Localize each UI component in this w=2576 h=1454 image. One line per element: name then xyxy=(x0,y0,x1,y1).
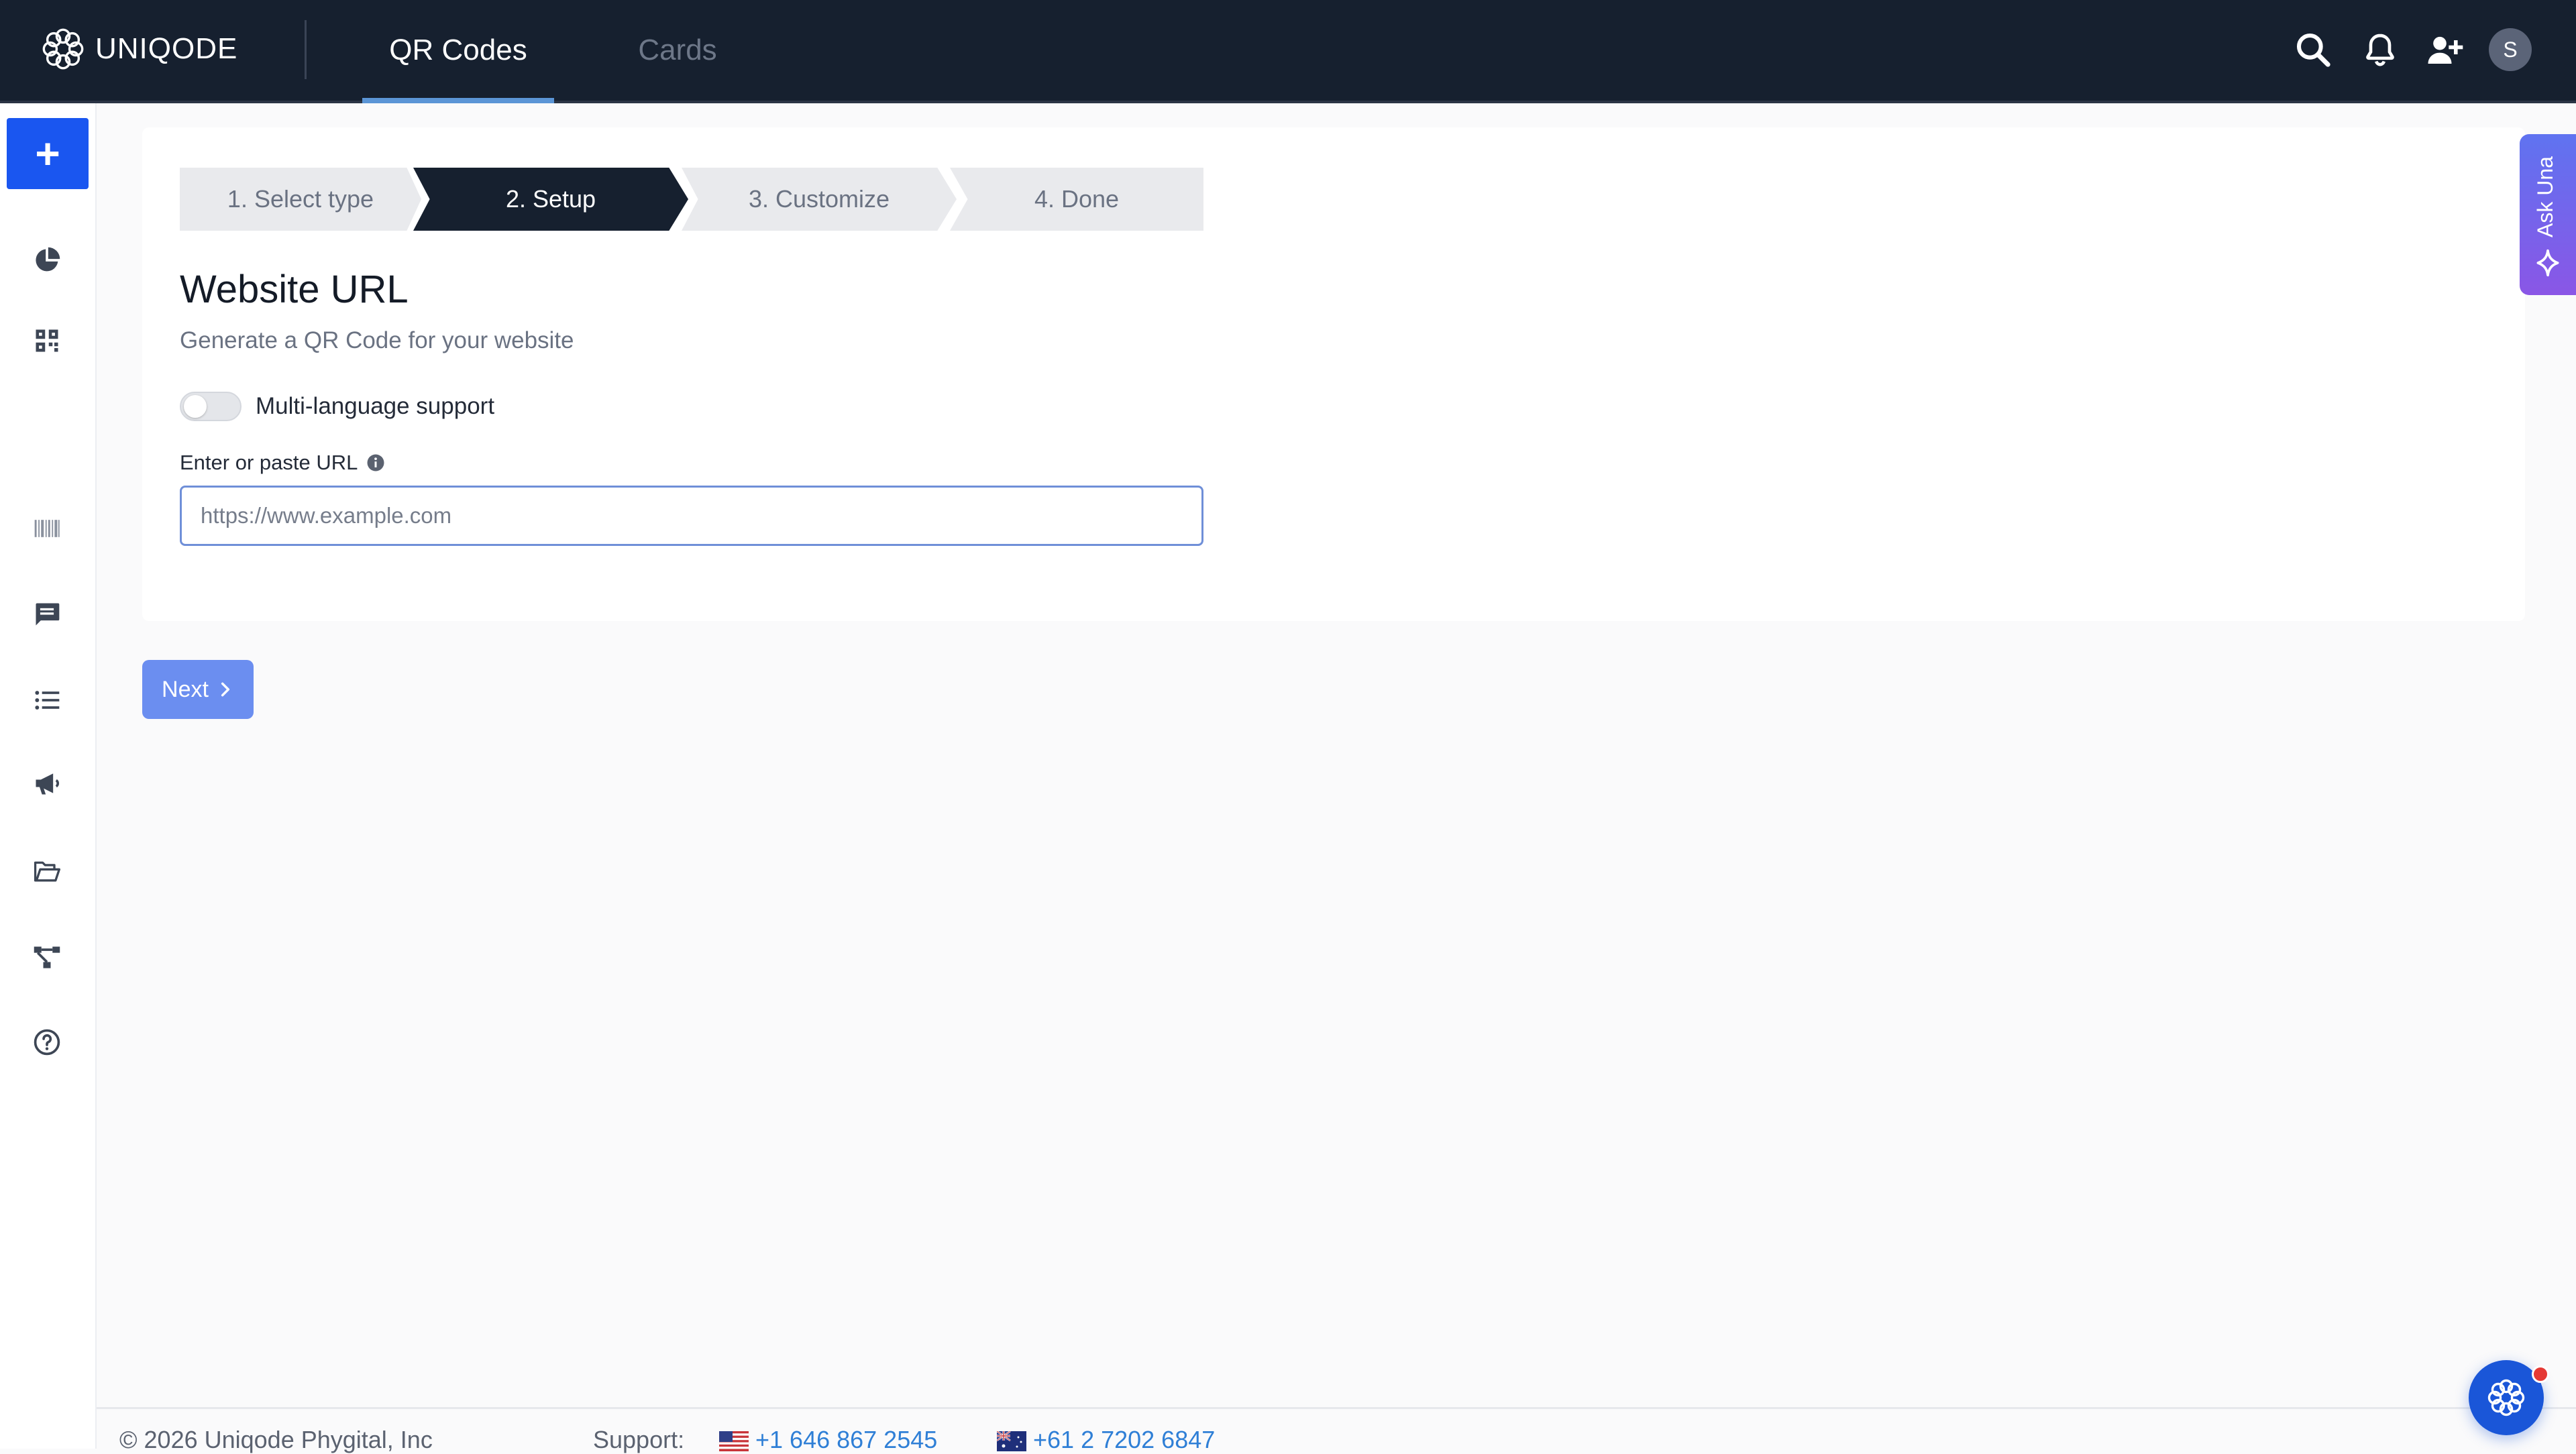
analytics-icon xyxy=(36,247,60,272)
folder-icon xyxy=(34,861,60,882)
megaphone-icon xyxy=(36,773,60,795)
multi-language-toggle[interactable] xyxy=(180,392,241,421)
sidebar-item-qr-codes[interactable] xyxy=(31,325,63,357)
page-title: Website URL xyxy=(180,268,409,311)
chat-notification-dot xyxy=(2532,1365,2549,1383)
add-user-icon xyxy=(2428,36,2463,64)
notifications-button[interactable] xyxy=(2360,30,2400,70)
barcode-icon xyxy=(34,520,60,537)
step-setup: 2. Setup xyxy=(413,168,688,231)
sidebar-item-help[interactable] xyxy=(31,1026,63,1058)
top-navigation-bar: UNIQODE QR Codes Cards S xyxy=(0,0,2576,103)
sidebar-item-campaigns[interactable] xyxy=(31,767,63,799)
toggle-knob xyxy=(184,395,207,418)
ask-una-button[interactable]: Ask Una xyxy=(2520,134,2576,295)
step-customize: 3. Customize xyxy=(682,168,957,231)
progress-stepper: 1. Select type 2. Setup 3. Customize 4. … xyxy=(180,168,1203,231)
qr-code-icon xyxy=(36,329,58,352)
sidebar-item-integrations[interactable] xyxy=(31,942,63,974)
user-avatar[interactable]: S xyxy=(2489,28,2532,71)
invite-user-button[interactable] xyxy=(2424,30,2465,70)
multi-language-label: Multi-language support xyxy=(256,393,495,419)
bell-icon xyxy=(2366,34,2394,66)
footer-phone-us[interactable]: +1 646 867 2545 xyxy=(719,1426,937,1454)
sidebar-item-forms[interactable] xyxy=(31,598,63,630)
phone-us-number[interactable]: +1 646 867 2545 xyxy=(755,1426,937,1453)
sidebar-item-folders[interactable] xyxy=(31,856,63,888)
create-new-button[interactable]: + xyxy=(7,118,89,189)
footer-support-label: Support: xyxy=(593,1426,685,1453)
page-subtitle: Generate a QR Code for your website xyxy=(180,327,574,353)
sidebar-item-analytics[interactable] xyxy=(31,244,63,276)
brand-logo[interactable]: UNIQODE xyxy=(40,25,237,72)
footer-divider xyxy=(97,1407,2576,1409)
footer-copyright: © 2026 Uniqode Phygital, Inc xyxy=(119,1426,433,1453)
list-icon xyxy=(35,691,60,710)
next-button[interactable]: Next xyxy=(142,660,254,719)
uniqode-logo-icon xyxy=(42,28,84,70)
url-input[interactable] xyxy=(180,486,1203,546)
workflow-icon xyxy=(34,946,60,968)
step-done: 4. Done xyxy=(950,168,1203,231)
search-button[interactable] xyxy=(2293,30,2333,70)
brand-name: UNIQODE xyxy=(95,32,238,65)
tab-cards[interactable]: Cards xyxy=(617,0,738,101)
chevron-right-icon xyxy=(221,682,230,697)
phone-au-number[interactable]: +61 2 7202 6847 xyxy=(1033,1426,1215,1453)
sidebar: + xyxy=(0,103,97,1449)
nav-divider xyxy=(305,20,307,79)
sidebar-item-lists[interactable] xyxy=(31,684,63,716)
search-icon xyxy=(2296,33,2330,67)
url-field-label: Enter or paste URL xyxy=(180,451,386,475)
footer-phone-au[interactable]: +61 2 7202 6847 xyxy=(997,1426,1215,1454)
sparkle-icon xyxy=(2536,249,2559,277)
sidebar-item-barcodes[interactable] xyxy=(31,512,63,545)
message-icon xyxy=(36,603,60,626)
tab-qr-codes[interactable]: QR Codes xyxy=(362,0,554,103)
url-label-text: Enter or paste URL xyxy=(180,451,358,474)
step-select-type[interactable]: 1. Select type xyxy=(180,168,421,231)
uniqode-chat-icon xyxy=(2487,1379,2525,1416)
ask-una-label: Ask Una xyxy=(2533,156,2557,238)
info-icon[interactable] xyxy=(366,453,386,473)
help-icon xyxy=(34,1029,60,1056)
next-button-label: Next xyxy=(162,676,209,702)
